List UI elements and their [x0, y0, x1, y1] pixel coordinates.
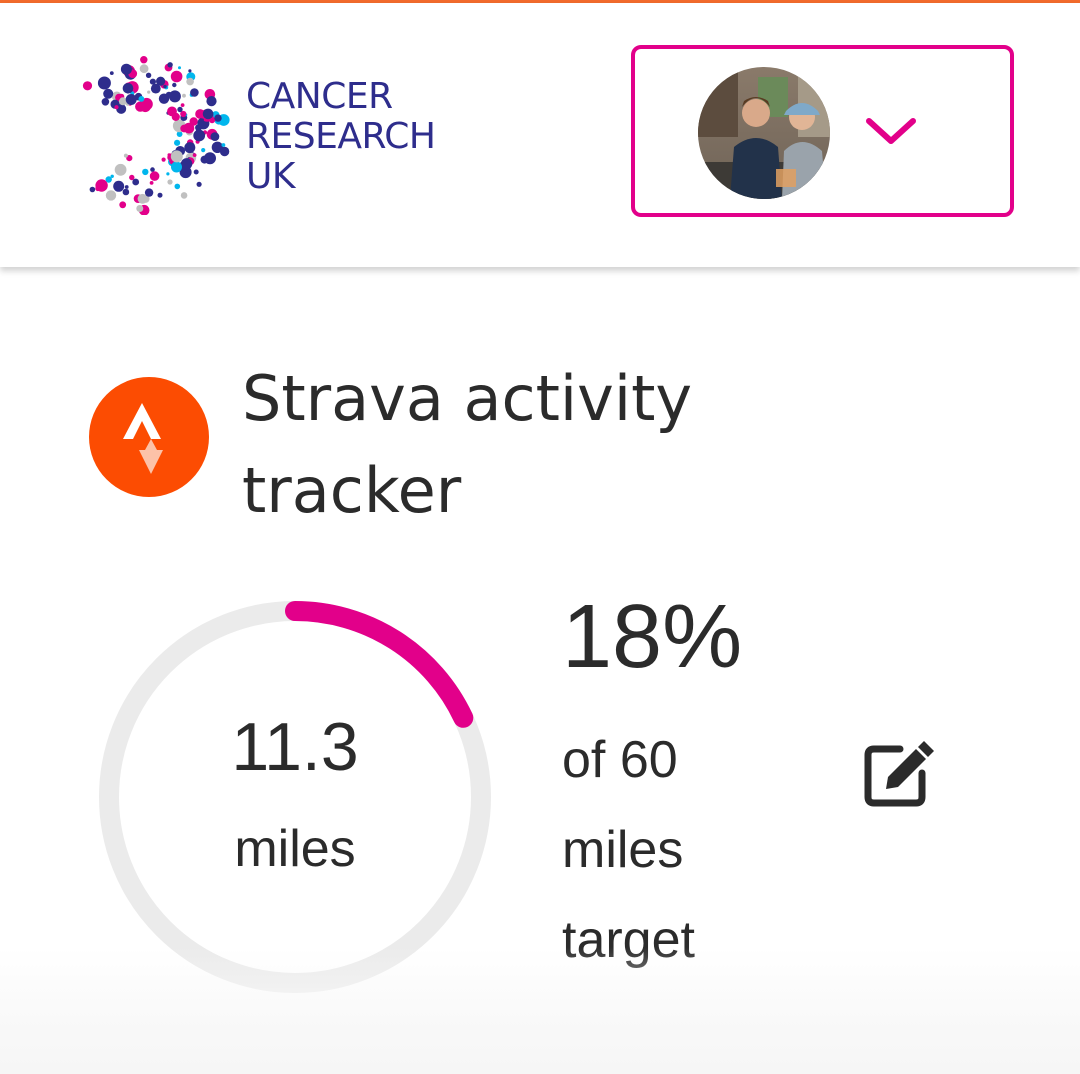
- site-header: CANCER RESEARCH UK: [0, 3, 1080, 267]
- logo-dot: [174, 183, 181, 190]
- logo-dot: [174, 139, 181, 146]
- logo-dot: [219, 146, 230, 157]
- logo-dot: [122, 188, 130, 196]
- logo-dot: [200, 118, 204, 122]
- avatar-photo: [698, 67, 830, 199]
- logo-dot: [172, 82, 177, 88]
- cancer-research-uk-logo[interactable]: CANCER RESEARCH UK: [55, 55, 475, 215]
- logo-dot: [167, 106, 177, 117]
- progress-ring-arc: [285, 601, 474, 728]
- logo-dot: [149, 171, 160, 181]
- logo-dot: [113, 180, 125, 192]
- logo-dot: [167, 153, 171, 157]
- logo-dot: [186, 77, 194, 86]
- logo-dot: [214, 114, 222, 122]
- logo-dot: [210, 132, 220, 141]
- logo-line-2: RESEARCH: [246, 116, 436, 157]
- logo-dot: [144, 188, 154, 197]
- logo-dot: [180, 103, 185, 107]
- logo-dot: [180, 192, 188, 199]
- strava-icon: [89, 377, 209, 497]
- logo-dot: [136, 205, 144, 212]
- logo-dot: [183, 122, 195, 134]
- logo-dot: [167, 62, 173, 68]
- logo-dot: [182, 93, 186, 98]
- logo-dot: [95, 185, 101, 192]
- logo-dot: [119, 201, 127, 209]
- logo-wordmark: CANCER RESEARCH UK: [246, 76, 436, 197]
- logo-dot: [188, 69, 192, 73]
- logo-dot: [204, 152, 216, 165]
- logo-dot: [193, 129, 206, 142]
- logo-dot: [149, 78, 156, 85]
- logo-dot: [206, 96, 217, 107]
- logo-dots-mark: [82, 56, 230, 215]
- logo-dot: [114, 163, 127, 176]
- logo-dot: [125, 94, 137, 105]
- logo-dot: [196, 181, 202, 187]
- logo-dot: [147, 90, 151, 94]
- logo-dot: [124, 185, 129, 189]
- logo-dot: [97, 76, 111, 90]
- logo-line-3: UK: [246, 156, 295, 197]
- logo-dot: [180, 158, 193, 170]
- logo-dot: [140, 56, 148, 64]
- logo-dot: [132, 178, 140, 186]
- logo-dot: [166, 172, 170, 176]
- logo-dot: [156, 76, 166, 86]
- logo-dot: [170, 150, 183, 163]
- logo-dot: [150, 167, 155, 172]
- logo-dot: [137, 193, 148, 204]
- logo-dot: [149, 181, 154, 185]
- logo-dot: [190, 88, 199, 97]
- logo-dot: [192, 153, 197, 157]
- logo-dot: [163, 84, 167, 89]
- logo-dot: [168, 90, 181, 103]
- section-title: Strava activity tracker: [242, 362, 693, 527]
- logo-dot: [139, 64, 149, 74]
- chevron-down-icon: [866, 118, 916, 144]
- edit-icon[interactable]: [860, 735, 936, 811]
- logo-dot: [142, 168, 149, 176]
- logo-dot: [122, 83, 134, 94]
- logo-dot: [101, 98, 110, 106]
- logo-line-1: CANCER: [246, 76, 393, 117]
- tracker-panel: Strava activity tracker 11.3 miles 18% o…: [0, 267, 1080, 1074]
- logo-dot: [195, 124, 202, 131]
- logo-dot: [138, 96, 145, 102]
- logo-dot: [193, 169, 199, 175]
- progress-percent: 18%: [562, 587, 743, 687]
- logo-dot: [145, 72, 152, 78]
- distance-value: 11.3: [231, 709, 359, 785]
- logo-dot: [170, 70, 183, 83]
- bottom-fade: [0, 947, 1080, 1074]
- logo-dot: [114, 105, 119, 110]
- distance-unit: miles: [234, 820, 356, 878]
- logo-dot: [89, 186, 96, 193]
- logo-dot: [171, 161, 182, 173]
- logo-dot: [201, 148, 206, 153]
- logo-dot: [123, 153, 128, 158]
- logo-dot: [202, 108, 214, 120]
- avatar[interactable]: [698, 67, 830, 199]
- target-line-1: of 60: [562, 731, 678, 789]
- logo-dot: [82, 81, 93, 91]
- logo-dot: [178, 66, 181, 70]
- logo-dot: [103, 88, 114, 99]
- target-text: of 60 miles target: [562, 715, 782, 985]
- target-line-2: miles: [562, 821, 684, 879]
- logo-dot: [161, 157, 166, 162]
- logo-dot: [109, 71, 114, 75]
- logo-dot: [105, 190, 117, 201]
- logo-dot: [184, 142, 196, 154]
- logo-dot: [120, 63, 132, 75]
- account-menu-button[interactable]: [631, 45, 1014, 217]
- logo-dot: [157, 192, 163, 198]
- logo-dot: [177, 106, 183, 113]
- logo-dot: [135, 101, 146, 112]
- logo-dot: [221, 143, 226, 147]
- logo-dot: [167, 179, 173, 185]
- progress-ring: [99, 601, 491, 993]
